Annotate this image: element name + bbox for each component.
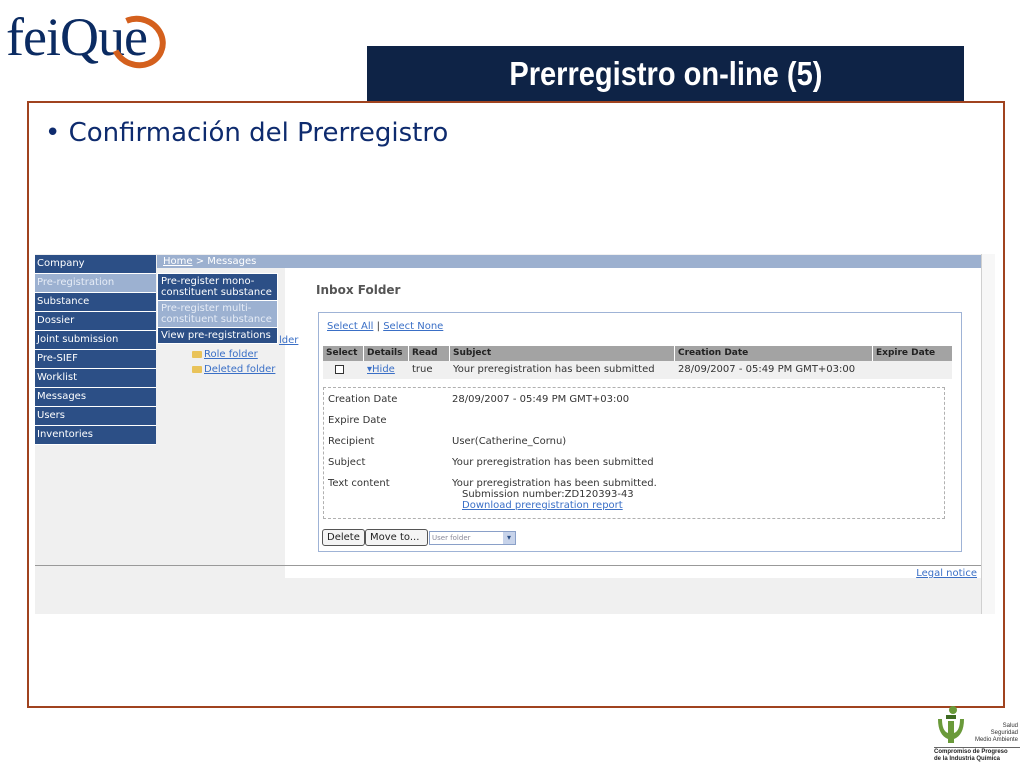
sidebar-item-pre-sief[interactable]: Pre-SIEF xyxy=(35,350,156,369)
app-screenshot: Company Pre-registration Substance Dossi… xyxy=(35,254,995,614)
table-row: ▾Hide true Your preregistration has been… xyxy=(323,361,952,379)
delete-button[interactable]: Delete xyxy=(322,529,365,546)
breadcrumb-home-link[interactable]: Home xyxy=(163,256,193,267)
folder-icon xyxy=(192,365,202,373)
sidebar-item-dossier[interactable]: Dossier xyxy=(35,312,156,331)
sidebar-item-joint-submission[interactable]: Joint submission xyxy=(35,331,156,350)
detail-label: Expire Date xyxy=(328,415,387,426)
sidebar-item-substance[interactable]: Substance xyxy=(35,293,156,312)
submenu-item-view[interactable]: View pre-registrations xyxy=(158,328,277,343)
move-to-button[interactable]: Move to... xyxy=(365,529,428,546)
inbox-folder-title: Inbox Folder xyxy=(316,283,401,297)
row-read-cell: true xyxy=(412,364,433,375)
detail-label: Creation Date xyxy=(328,394,398,405)
detail-label: Recipient xyxy=(328,436,375,447)
column-header-read[interactable]: Read xyxy=(409,346,450,361)
breadcrumb: Home > Messages xyxy=(157,255,981,268)
select-all-link[interactable]: Select All xyxy=(327,321,373,332)
divider xyxy=(35,565,981,566)
folder-select[interactable]: User folder ▾ xyxy=(429,531,516,545)
folder-link-partial[interactable]: lder xyxy=(279,335,298,346)
row-details-cell: ▾Hide xyxy=(364,361,409,379)
row-select-checkbox[interactable] xyxy=(335,364,344,374)
table-header: Select Details Read Subject Creation Dat… xyxy=(323,346,952,361)
folder-link-role[interactable]: Role folder xyxy=(192,349,258,360)
folder-select-value: User folder xyxy=(432,534,471,542)
sidebar: Company Pre-registration Substance Dossi… xyxy=(35,255,156,445)
detail-value: User(Catherine_Cornu) xyxy=(452,436,567,447)
text-line-1: Your preregistration has been submitted. xyxy=(452,478,657,489)
row-select-cell xyxy=(323,361,364,379)
row-expire-date-cell xyxy=(873,361,952,379)
sidebar-item-messages[interactable]: Messages xyxy=(35,388,156,407)
detail-label: Subject xyxy=(328,457,366,468)
selection-separator: | xyxy=(376,321,380,332)
hands-icon xyxy=(938,706,964,743)
sidebar-item-company[interactable]: Company xyxy=(35,255,156,274)
badge-tagline: Salud Seguridad Medio Ambiente xyxy=(974,723,1018,743)
sidebar-item-worklist[interactable]: Worklist xyxy=(35,369,156,388)
logo-text-que: Que xyxy=(60,6,174,77)
column-header-details[interactable]: Details xyxy=(364,346,409,361)
slide-title: Prerregistro on-line (5) xyxy=(508,55,823,92)
row-subject-cell[interactable]: Your preregistration has been submitted xyxy=(450,361,675,379)
column-header-creation-date[interactable]: Creation Date xyxy=(675,346,873,361)
select-none-link[interactable]: Select None xyxy=(383,321,443,332)
logo-text-fei: fei xyxy=(6,7,61,67)
legal-notice-link[interactable]: Legal notice xyxy=(916,568,977,579)
folder-link-deleted[interactable]: Deleted folder xyxy=(192,364,275,375)
detail-label: Text content xyxy=(328,478,390,489)
feique-logo: fei Que xyxy=(6,6,174,77)
sidebar-item-users[interactable]: Users xyxy=(35,407,156,426)
column-header-subject[interactable]: Subject xyxy=(450,346,675,361)
download-report-link[interactable]: Download preregistration report xyxy=(452,500,812,511)
sidebar-item-pre-registration[interactable]: Pre-registration xyxy=(35,274,156,293)
badge-program-name: Compromiso de Progreso de la Industria Q… xyxy=(934,747,1020,763)
pre-registration-submenu: Pre-register mono-constituent substance … xyxy=(157,273,278,344)
detail-value: 28/09/2007 - 05:49 PM GMT+03:00 xyxy=(452,394,630,405)
detail-value: Your preregistration has been submitted xyxy=(452,457,654,468)
slide-title-bar: Prerregistro on-line (5) xyxy=(367,46,964,102)
scrollbar[interactable] xyxy=(981,254,995,614)
submenu-item-mono[interactable]: Pre-register mono-constituent substance xyxy=(158,274,277,301)
submenu-item-multi[interactable]: Pre-register multi-constituent substance xyxy=(158,301,277,328)
row-creation-date-cell: 28/09/2007 - 05:49 PM GMT+03:00 xyxy=(678,364,856,375)
messages-table: Select Details Read Subject Creation Dat… xyxy=(323,346,952,379)
breadcrumb-current: > Messages xyxy=(192,256,257,267)
folder-icon xyxy=(192,350,202,358)
slide-bullet: • Confirmación del Prerregistro xyxy=(45,118,449,148)
column-header-select[interactable]: Select xyxy=(323,346,364,361)
detail-text-content: Your preregistration has been submitted.… xyxy=(452,478,812,511)
hide-details-link[interactable]: ▾Hide xyxy=(367,364,395,375)
submission-number: Submission number:ZD120393-43 xyxy=(462,489,634,500)
selection-links: Select All | Select None xyxy=(327,321,443,332)
column-header-expire-date[interactable]: Expire Date xyxy=(873,346,952,361)
sidebar-item-inventories[interactable]: Inventories xyxy=(35,426,156,445)
inbox-panel: Select All | Select None Select Details … xyxy=(318,312,962,552)
responsible-care-logo: Salud Seguridad Medio Ambiente Compromis… xyxy=(930,703,1020,765)
message-details: Creation Date 28/09/2007 - 05:49 PM GMT+… xyxy=(323,387,945,519)
chevron-down-icon: ▾ xyxy=(503,532,515,544)
